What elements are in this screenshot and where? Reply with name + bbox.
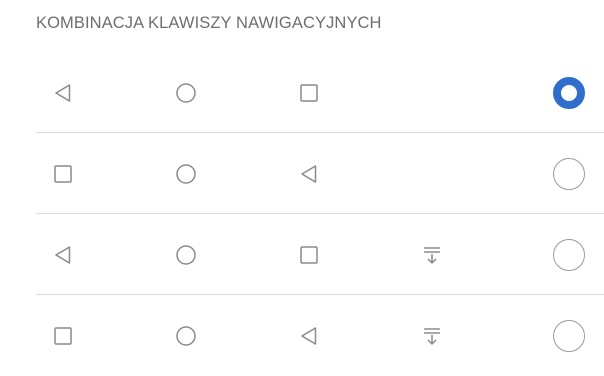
section-title: KOMBINACJA KLAWISZY NAWIGACYJNYCH [36, 14, 382, 32]
notification-pulldown-icon [419, 242, 445, 268]
back-icon [50, 80, 76, 106]
option-3-radio[interactable] [553, 238, 585, 271]
navigation-key-options-list [0, 52, 604, 376]
back-icon [296, 323, 322, 349]
recents-icon [296, 242, 322, 268]
notification-pulldown-icon [419, 323, 445, 349]
navigation-option-3[interactable] [0, 214, 604, 295]
recents-icon [296, 80, 322, 106]
recents-icon [50, 323, 76, 349]
home-icon [173, 242, 199, 268]
navigation-option-1[interactable] [0, 52, 604, 133]
home-icon [173, 161, 199, 187]
home-icon [173, 323, 199, 349]
navigation-option-4[interactable] [0, 295, 604, 376]
option-2-radio[interactable] [553, 157, 585, 190]
option-1-radio[interactable] [553, 76, 585, 109]
recents-icon [50, 161, 76, 187]
navigation-option-2[interactable] [0, 133, 604, 214]
back-icon [296, 161, 322, 187]
home-icon [173, 80, 199, 106]
back-icon [50, 242, 76, 268]
option-4-radio[interactable] [553, 319, 585, 352]
